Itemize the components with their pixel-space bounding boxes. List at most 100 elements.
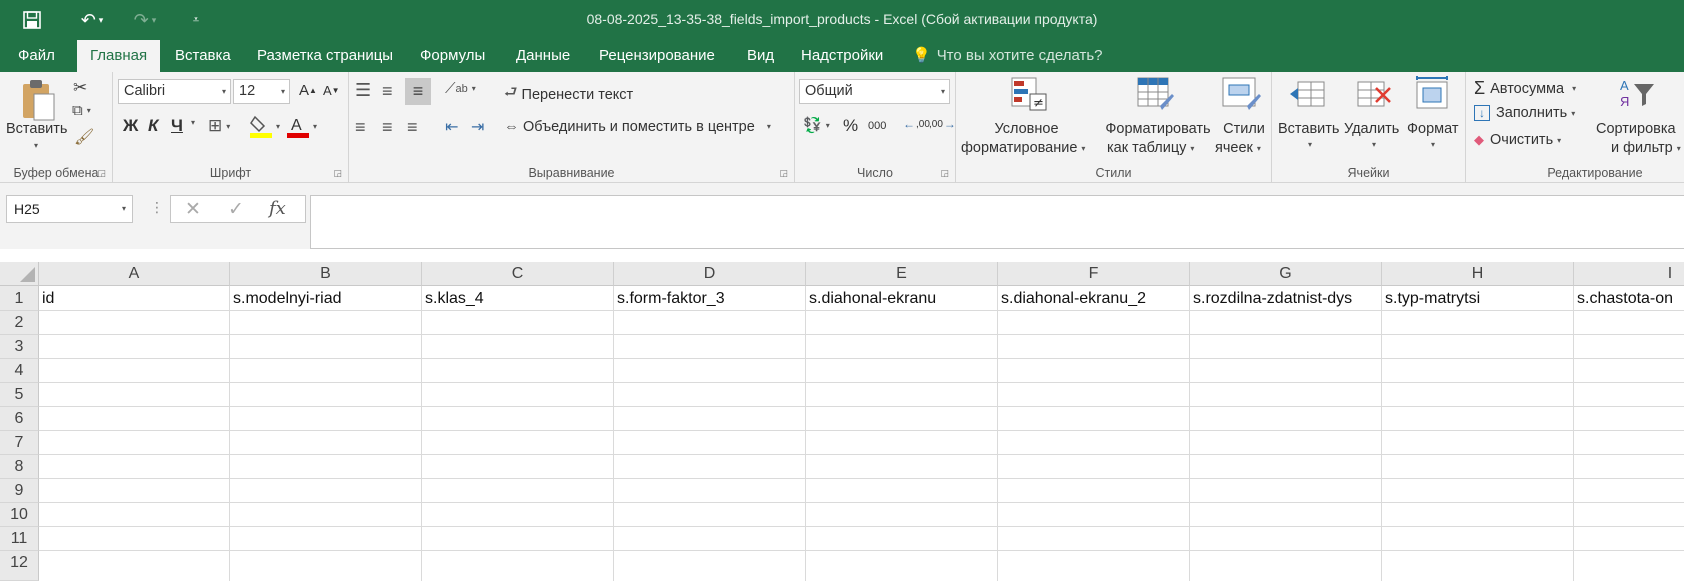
- cell-styles-button[interactable]: ячеек ▾: [1215, 140, 1261, 156]
- column-header-h[interactable]: H: [1382, 262, 1574, 286]
- row-header-8[interactable]: 8: [0, 455, 39, 479]
- row-header-7[interactable]: 7: [0, 431, 39, 455]
- insert-cells-button[interactable]: Вставить: [1278, 121, 1339, 137]
- increase-decimal-button[interactable]: ← ,00: [903, 117, 930, 131]
- insert-function-icon[interactable]: fx: [269, 198, 286, 219]
- conditional-formatting-line1[interactable]: Условное: [956, 121, 1097, 137]
- tab-review[interactable]: Рецензирование: [586, 40, 728, 72]
- cancel-icon[interactable]: ✕: [185, 198, 201, 221]
- cell-e1[interactable]: s.diahonal-ekranu: [806, 286, 997, 310]
- clipboard-launcher-icon[interactable]: ◲: [97, 168, 106, 179]
- row-header-5[interactable]: 5: [0, 383, 39, 407]
- sort-filter-button[interactable]: и фильтр ▾: [1611, 140, 1681, 156]
- clear-button[interactable]: ◆ Очистить ▾: [1474, 132, 1561, 148]
- decrease-indent-icon[interactable]: ⇤: [445, 117, 458, 137]
- cut-icon[interactable]: ✂: [73, 78, 87, 98]
- formula-bar-resize-handle[interactable]: ⋮: [150, 199, 164, 216]
- font-color-icon[interactable]: A ▾: [287, 114, 317, 138]
- cell-b1[interactable]: s.modelnyi-riad: [230, 286, 421, 310]
- conditional-formatting-button[interactable]: форматирование ▾: [961, 140, 1085, 156]
- decrease-decimal-button[interactable]: ,00 →: [929, 117, 956, 131]
- paste-button[interactable]: Вставить: [6, 121, 67, 137]
- cell-i1[interactable]: s.chastota-on: [1574, 286, 1684, 310]
- delete-cells-dropdown-icon[interactable]: ▾: [1372, 140, 1376, 149]
- align-top-icon[interactable]: ☰: [355, 80, 371, 101]
- row-header-12[interactable]: 12: [0, 551, 39, 581]
- increase-indent-icon[interactable]: ⇥: [471, 117, 484, 137]
- merge-center-button[interactable]: ⇔ Объединить и поместить в центре ▾: [504, 118, 771, 135]
- format-cells-dropdown-icon[interactable]: ▾: [1431, 140, 1435, 149]
- row-header-1[interactable]: 1: [0, 286, 39, 311]
- sort-filter-line1[interactable]: Сортировка: [1596, 121, 1676, 137]
- alignment-launcher-icon[interactable]: ◲: [779, 168, 788, 179]
- format-cells-button[interactable]: Формат: [1407, 121, 1459, 137]
- column-header-g[interactable]: G: [1190, 262, 1382, 286]
- cell-d1[interactable]: s.form-faktor_3: [614, 286, 805, 310]
- fill-button[interactable]: ↓ Заполнить ▾: [1474, 105, 1575, 121]
- column-header-i[interactable]: I: [1574, 262, 1684, 286]
- copy-icon[interactable]: ⧉ ▾: [72, 102, 91, 119]
- font-name-select[interactable]: Calibri ▾: [118, 79, 231, 104]
- cell-f1[interactable]: s.diahonal-ekranu_2: [998, 286, 1189, 310]
- paste-icon[interactable]: [20, 78, 56, 122]
- cell-styles-line1[interactable]: Стили: [1219, 121, 1269, 137]
- italic-button[interactable]: К: [148, 116, 158, 136]
- thousands-separator-button[interactable]: 000: [868, 120, 886, 132]
- tab-data[interactable]: Данные: [503, 40, 583, 72]
- align-right-icon[interactable]: ≡: [407, 117, 418, 138]
- orientation-icon[interactable]: ⟋ ab ▾: [445, 80, 476, 97]
- column-header-b[interactable]: B: [230, 262, 422, 286]
- bold-button[interactable]: Ж: [123, 116, 138, 136]
- column-header-a[interactable]: A: [39, 262, 230, 286]
- name-box[interactable]: H25 ▾: [6, 195, 133, 223]
- paste-dropdown-icon[interactable]: ▾: [34, 141, 38, 150]
- tab-formulas[interactable]: Формулы: [407, 40, 498, 72]
- column-header-d[interactable]: D: [614, 262, 806, 286]
- column-header-e[interactable]: E: [806, 262, 998, 286]
- tab-addins[interactable]: Надстройки: [788, 40, 896, 72]
- tab-home[interactable]: Главная: [77, 40, 161, 72]
- row-header-10[interactable]: 10: [0, 503, 39, 527]
- fill-color-icon[interactable]: ▾: [250, 114, 280, 138]
- number-launcher-icon[interactable]: ◲: [940, 168, 949, 179]
- tab-page-layout[interactable]: Разметка страницы: [244, 40, 406, 72]
- number-format-select[interactable]: Общий ▾: [799, 79, 950, 104]
- worksheet-grid[interactable]: A B C D E F G H I 1 2 3 4 5 6 7 8 9 10 1…: [0, 262, 1684, 581]
- select-all-corner[interactable]: [0, 262, 39, 286]
- cell-g1[interactable]: s.rozdilna-zdatnist-dys: [1190, 286, 1381, 310]
- align-left-icon[interactable]: ≡: [355, 117, 366, 138]
- formula-input[interactable]: [310, 195, 1684, 249]
- grow-font-icon[interactable]: A ▲: [299, 82, 317, 99]
- tab-view[interactable]: Вид: [734, 40, 787, 72]
- format-as-table-button[interactable]: как таблицу ▾: [1107, 140, 1194, 156]
- row-header-3[interactable]: 3: [0, 335, 39, 359]
- font-size-select[interactable]: 12 ▾: [233, 79, 290, 104]
- currency-format-icon[interactable]: 💱 ▾: [803, 116, 830, 134]
- underline-dropdown-icon[interactable]: ▾: [191, 118, 195, 127]
- cell-c1[interactable]: s.klas_4: [422, 286, 613, 310]
- format-painter-icon[interactable]: 🖌: [74, 127, 94, 147]
- column-header-c[interactable]: C: [422, 262, 614, 286]
- wrap-text-button[interactable]: ⮐ Перенести текст: [504, 82, 633, 107]
- cell-h1[interactable]: s.typ-matrytsi: [1382, 286, 1573, 310]
- font-launcher-icon[interactable]: ◲: [333, 168, 342, 179]
- align-middle-icon[interactable]: ≡: [382, 81, 393, 102]
- row-header-6[interactable]: 6: [0, 407, 39, 431]
- row-header-11[interactable]: 11: [0, 527, 39, 551]
- tab-insert[interactable]: Вставка: [162, 40, 244, 72]
- insert-cells-dropdown-icon[interactable]: ▾: [1308, 140, 1312, 149]
- row-header-2[interactable]: 2: [0, 311, 39, 335]
- tab-file[interactable]: Файл: [5, 40, 68, 72]
- autosum-button[interactable]: Σ Автосумма ▾: [1474, 78, 1576, 99]
- enter-icon[interactable]: ✓: [228, 198, 244, 221]
- cell-a1[interactable]: id: [39, 286, 229, 310]
- tell-me-search[interactable]: 💡 Что вы хотите сделать?: [912, 40, 1103, 72]
- delete-cells-button[interactable]: Удалить: [1344, 121, 1399, 137]
- align-bottom-icon[interactable]: ≡: [405, 78, 431, 105]
- shrink-font-icon[interactable]: A ▼: [323, 83, 340, 98]
- column-header-f[interactable]: F: [998, 262, 1190, 286]
- row-header-4[interactable]: 4: [0, 359, 39, 383]
- align-center-icon[interactable]: ≡: [382, 117, 393, 138]
- percent-style-button[interactable]: %: [843, 116, 858, 136]
- borders-icon[interactable]: ⊞ ▾: [208, 116, 230, 136]
